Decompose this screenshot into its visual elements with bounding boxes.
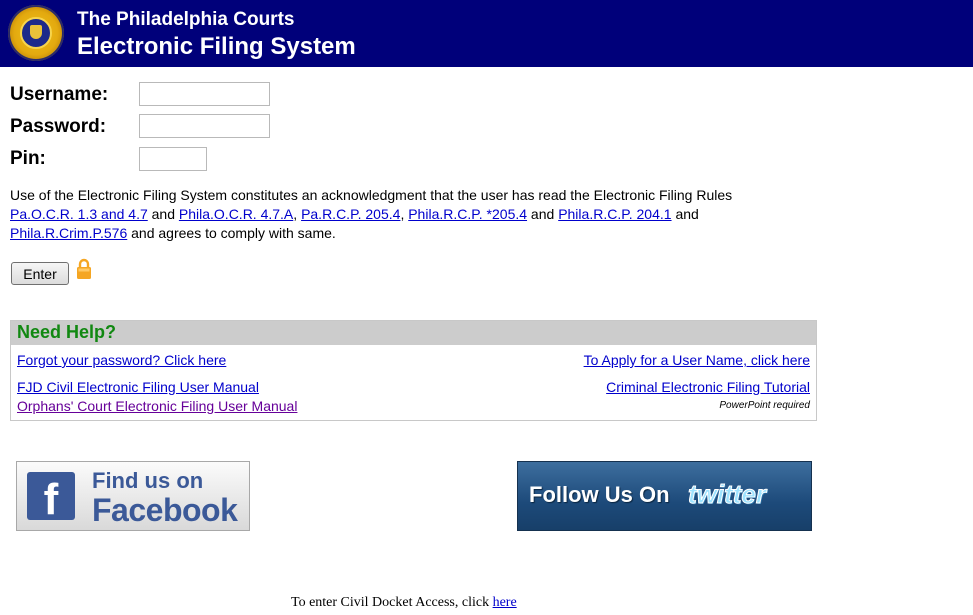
docket-here-link[interactable]: here — [493, 595, 517, 610]
link-pa-rcp[interactable]: Pa.R.C.P. 205.4 — [301, 206, 400, 222]
twitter-text: Follow Us On — [529, 482, 670, 507]
password-label: Password: — [10, 116, 107, 137]
link-phila-rcrimp[interactable]: Phila.R.Crim.P.576 — [10, 225, 127, 241]
twitter-button[interactable]: Follow Us On twitter — [517, 461, 812, 531]
apply-username-link[interactable]: To Apply for a User Name, click here — [584, 352, 810, 368]
pin-label: Pin: — [10, 148, 46, 169]
docket-text: To enter Civil Docket Access, click — [291, 595, 493, 610]
pin-input[interactable] — [139, 147, 207, 171]
notice-sep: and — [671, 206, 699, 222]
docket-access: To enter Civil Docket Access, click here — [291, 595, 517, 611]
notice-sep: and — [527, 206, 559, 222]
notice-sep: and — [147, 206, 179, 222]
header-subtitle: The Philadelphia Courts — [77, 9, 295, 30]
link-phila-rcp-2054[interactable]: Phila.R.C.P. *205.4 — [408, 206, 527, 222]
help-title: Need Help? — [17, 322, 117, 342]
page-header: The Philadelphia Courts Electronic Filin… — [0, 0, 973, 67]
facebook-f-icon: f — [27, 472, 75, 520]
link-phila-rcp-2041[interactable]: Phila.R.C.P. 204.1 — [558, 206, 671, 222]
rules-notice: Use of the Electronic Filing System cons… — [10, 186, 810, 243]
notice-text: and agrees to comply with same. — [127, 225, 336, 241]
orphans-manual-link[interactable]: Orphans' Court Electronic Filing User Ma… — [17, 398, 297, 414]
powerpoint-note: PowerPoint required — [719, 400, 810, 411]
link-pa-ocr[interactable]: Pa.O.C.R. 1.3 and 4.7 — [10, 206, 148, 222]
twitter-logo: twitter — [688, 479, 767, 510]
facebook-button[interactable]: f Find us on Facebook — [16, 461, 250, 531]
link-phila-ocr[interactable]: Phila.O.C.R. 4.7.A — [179, 206, 293, 222]
lock-icon — [77, 258, 91, 279]
facebook-line1: Find us on — [92, 468, 204, 493]
username-input[interactable] — [139, 82, 270, 106]
notice-sep: , — [293, 206, 302, 222]
facebook-line2: Facebook — [92, 492, 238, 528]
notice-text: Use of the Electronic Filing System cons… — [10, 187, 733, 203]
seal-icon — [8, 5, 64, 61]
civil-manual-link[interactable]: FJD Civil Electronic Filing User Manual — [17, 379, 259, 395]
criminal-tutorial-link[interactable]: Criminal Electronic Filing Tutorial — [606, 379, 810, 395]
header-title: Electronic Filing System — [77, 33, 356, 60]
password-input[interactable] — [139, 114, 270, 138]
help-box: Need Help? Forgot your password? Click h… — [10, 320, 817, 421]
help-header: Need Help? — [11, 321, 816, 345]
forgot-password-link[interactable]: Forgot your password? Click here — [17, 352, 226, 368]
username-label: Username: — [10, 84, 109, 105]
enter-button[interactable]: Enter — [11, 262, 69, 285]
